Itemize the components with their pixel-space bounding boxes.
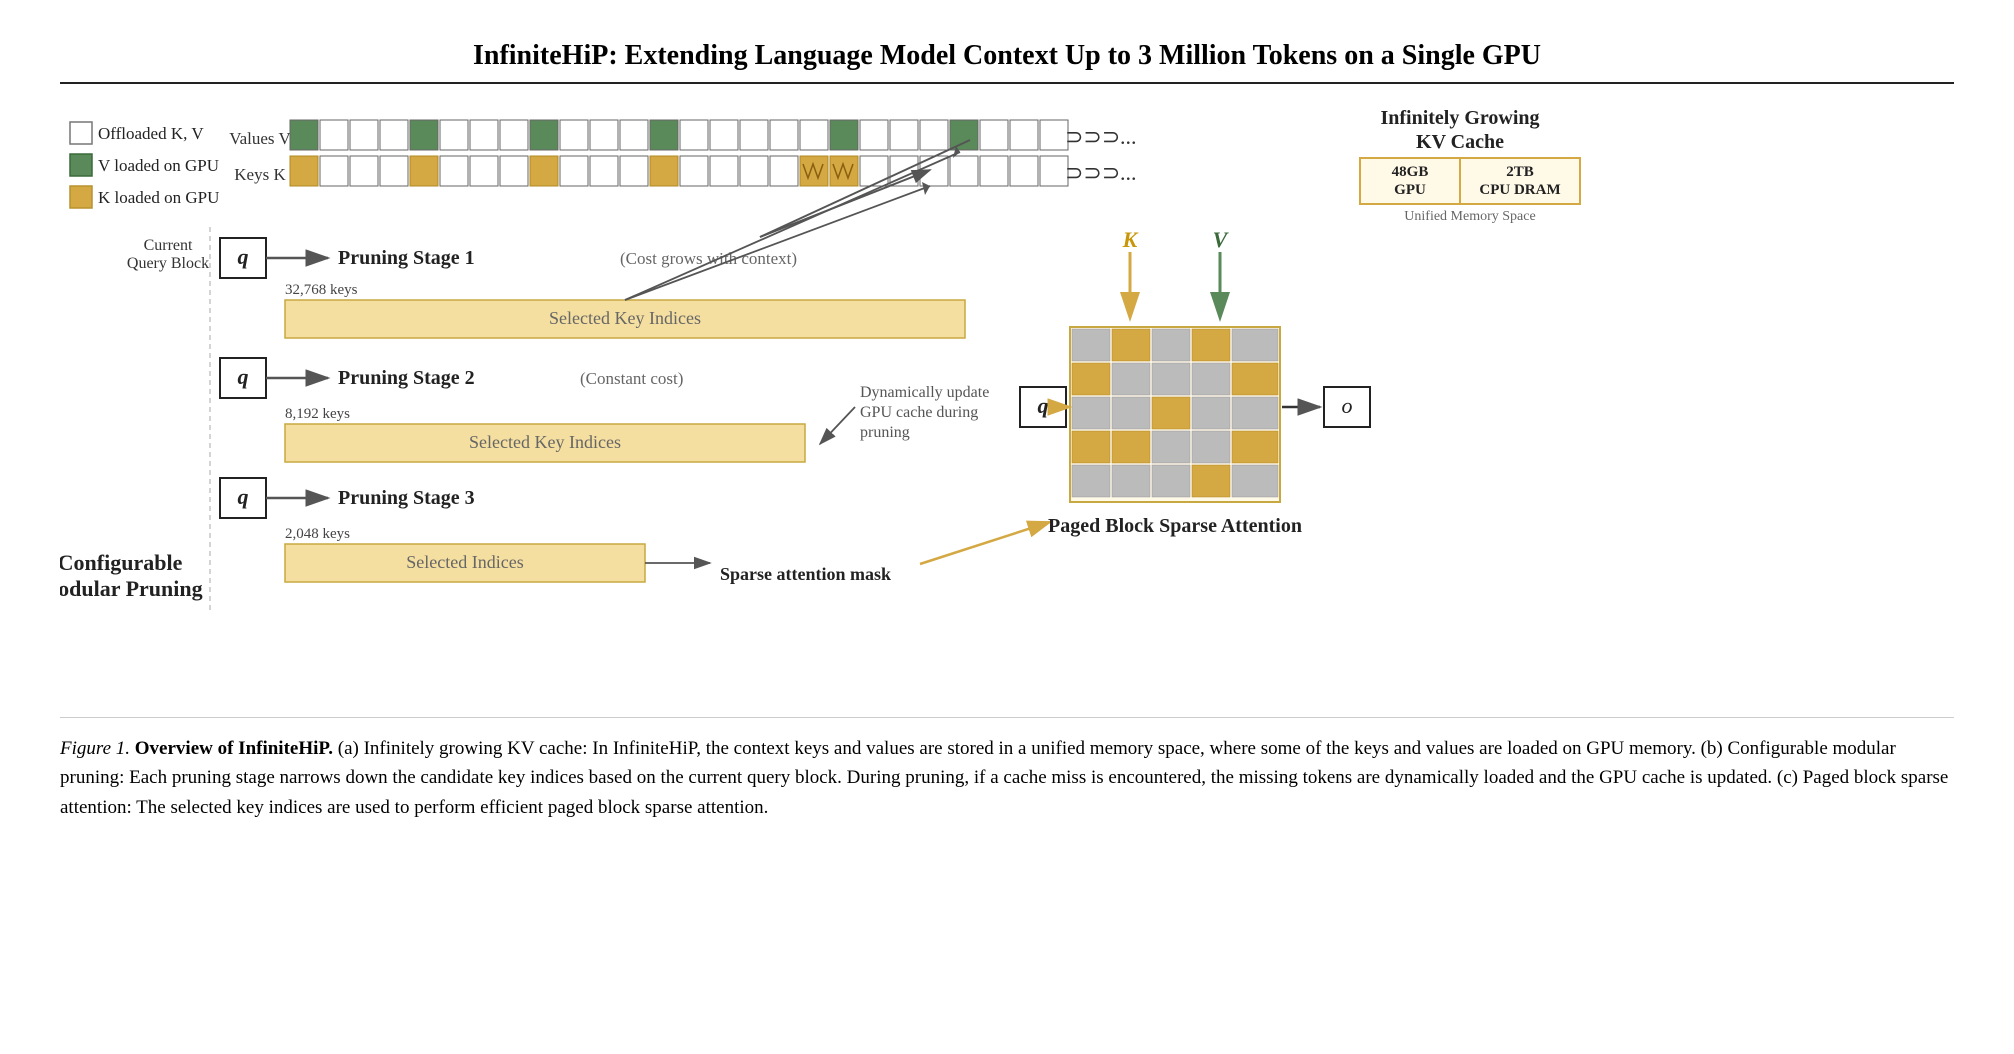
figure-bold: Overview of InfiniteHiP. xyxy=(135,738,333,759)
diagram-container: Offloaded K, V V loaded on GPU K loaded … xyxy=(60,102,1954,697)
svg-text:GPU: GPU xyxy=(1394,182,1426,198)
svg-text:GPU cache during: GPU cache during xyxy=(860,404,978,421)
svg-text:2TB: 2TB xyxy=(1506,164,1534,180)
svg-text:Modular Pruning: Modular Pruning xyxy=(60,576,203,601)
svg-text:Paged Block Sparse Attention: Paged Block Sparse Attention xyxy=(1048,515,1302,537)
svg-text:...: ... xyxy=(1120,124,1137,149)
svg-text:q: q xyxy=(238,244,249,269)
svg-text:CPU DRAM: CPU DRAM xyxy=(1479,182,1560,198)
svg-text:Query Block: Query Block xyxy=(127,255,209,272)
svg-text:Selected Key Indices: Selected Key Indices xyxy=(549,308,701,328)
svg-text:Keys K: Keys K xyxy=(234,165,286,184)
svg-text:Sparse attention mask: Sparse attention mask xyxy=(720,564,891,584)
svg-text:Dynamically update: Dynamically update xyxy=(860,384,989,401)
figure-label: Figure 1. xyxy=(60,738,130,759)
svg-text:Configurable: Configurable xyxy=(60,550,183,575)
figure-caption: Figure 1. Overview of InfiniteHiP. (a) I… xyxy=(60,717,1954,822)
svg-text:⊃⊃⊃: ⊃⊃⊃ xyxy=(1065,160,1120,185)
svg-text:...: ... xyxy=(1120,160,1137,185)
svg-text:Selected Key Indices: Selected Key Indices xyxy=(469,432,621,452)
page-title: InfiniteHiP: Extending Language Model Co… xyxy=(60,40,1954,84)
svg-text:Infinitely Growing: Infinitely Growing xyxy=(1380,107,1539,129)
svg-text:⊃⊃⊃: ⊃⊃⊃ xyxy=(1065,124,1120,149)
svg-text:Current: Current xyxy=(144,237,193,254)
svg-text:32,768 keys: 32,768 keys xyxy=(285,282,358,298)
svg-text:8,192 keys: 8,192 keys xyxy=(285,406,350,422)
svg-text:K loaded on GPU: K loaded on GPU xyxy=(98,188,219,207)
svg-text:pruning: pruning xyxy=(860,424,910,441)
svg-text:q: q xyxy=(238,364,249,389)
svg-text:KV Cache: KV Cache xyxy=(1416,131,1504,153)
svg-text:Pruning Stage 3: Pruning Stage 3 xyxy=(338,487,475,509)
svg-text:48GB: 48GB xyxy=(1392,164,1429,180)
svg-text:V loaded on GPU: V loaded on GPU xyxy=(98,156,219,175)
svg-text:Pruning Stage 2: Pruning Stage 2 xyxy=(338,367,475,389)
svg-text:q: q xyxy=(1038,393,1049,418)
svg-text:(Constant cost): (Constant cost) xyxy=(580,369,683,388)
svg-text:Selected Indices: Selected Indices xyxy=(406,552,523,572)
svg-text:Values V: Values V xyxy=(229,129,291,148)
svg-text:Pruning Stage 1: Pruning Stage 1 xyxy=(338,247,475,269)
svg-text:o: o xyxy=(1342,393,1353,418)
figure-text: (a) Infinitely growing KV cache: In Infi… xyxy=(60,738,1948,818)
svg-text:2,048 keys: 2,048 keys xyxy=(285,526,350,542)
svg-text:V: V xyxy=(1213,227,1230,252)
svg-text:(Cost grows with context): (Cost grows with context) xyxy=(620,249,797,268)
svg-text:Offloaded K, V: Offloaded K, V xyxy=(98,124,204,143)
svg-text:q: q xyxy=(238,484,249,509)
svg-text:K: K xyxy=(1122,227,1139,252)
svg-text:Unified Memory Space: Unified Memory Space xyxy=(1404,209,1535,224)
